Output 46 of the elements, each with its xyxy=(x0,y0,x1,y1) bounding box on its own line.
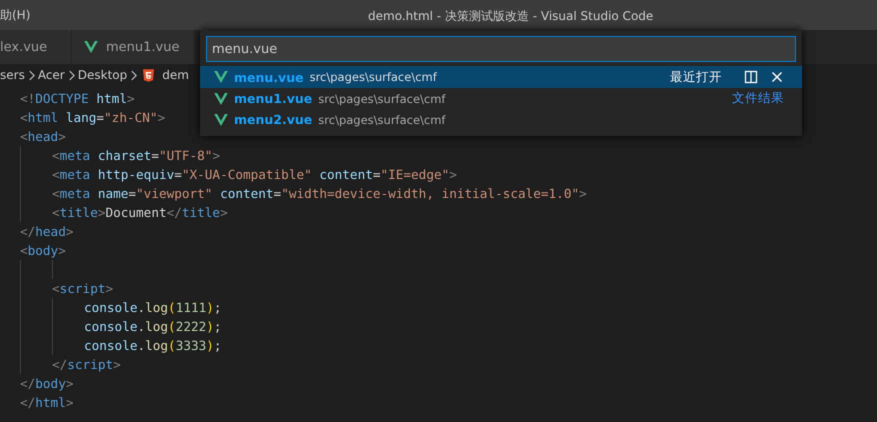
breadcrumb-item[interactable]: Acer xyxy=(38,68,65,82)
html-file-icon xyxy=(143,68,154,82)
result-item[interactable]: menu.vue src\pages\surface\cmf 最近打开 xyxy=(200,66,802,88)
file-name: menu1.vue xyxy=(234,91,312,106)
menu-item[interactable]: 助(H) xyxy=(0,6,30,24)
file-path: src\pages\surface\cmf xyxy=(318,92,446,106)
editor-tab[interactable]: menu1.vue xyxy=(72,30,195,64)
code-line: </body> xyxy=(20,375,74,393)
split-icon[interactable] xyxy=(744,70,758,84)
code-line: </script> xyxy=(52,356,121,374)
v-logo-icon xyxy=(214,71,228,83)
breadcrumb-item[interactable]: dem xyxy=(162,68,189,82)
breadcrumb-item[interactable]: Desktop xyxy=(78,68,128,82)
code-line: <meta name="viewport" content="width=device-width, initial-scale=1.0"> xyxy=(52,185,587,203)
file-path: src\pages\surface\cmf xyxy=(318,112,446,126)
code-line: console.log(3333); xyxy=(84,337,222,355)
breadcrumb-item[interactable]: sers xyxy=(0,68,25,82)
code-line: <script> xyxy=(52,280,114,298)
close-icon[interactable] xyxy=(770,70,784,84)
group-label: 最近打开 xyxy=(670,68,722,86)
file-name: menu2.vue xyxy=(234,112,312,127)
chevron-icon xyxy=(68,70,75,80)
code-line: <html lang="zh-CN"> xyxy=(20,109,166,127)
code-line: <meta http-equiv="X-UA-Compatible" content="IE=edge"> xyxy=(52,166,457,184)
result-item[interactable]: menu2.vue src\pages\surface\cmf xyxy=(200,109,802,130)
chevron-icon xyxy=(28,70,35,80)
v-logo-icon xyxy=(214,114,228,126)
window-title: demo.html - 决策测试版改造 - Visual Studio Code xyxy=(368,8,654,25)
editor-tab[interactable]: lex.vue xyxy=(0,30,72,64)
code-line: <meta charset="UTF-8"> xyxy=(52,147,220,165)
code-line: console.log(2222); xyxy=(84,318,222,336)
search-field[interactable]: menu.vue xyxy=(206,36,796,62)
file-path: src\pages\surface\cmf xyxy=(310,70,437,84)
chevron-icon xyxy=(130,70,138,80)
code-line: console.log(1111); xyxy=(84,299,222,317)
code-line: </html> xyxy=(20,394,74,412)
v-logo-icon xyxy=(84,41,98,53)
code-line: <body> xyxy=(20,242,66,260)
result-item[interactable]: menu1.vue src\pages\surface\cmf 文件结果 xyxy=(200,88,802,109)
file-name: menu.vue xyxy=(234,70,304,84)
code-line: <!DOCTYPE html> xyxy=(20,90,135,108)
code-line: <title>Document</title> xyxy=(52,204,228,222)
v-logo-icon xyxy=(214,92,228,104)
code-line: <head> xyxy=(20,128,66,146)
group-label: 文件结果 xyxy=(732,90,784,107)
code-line: </head> xyxy=(20,223,74,241)
